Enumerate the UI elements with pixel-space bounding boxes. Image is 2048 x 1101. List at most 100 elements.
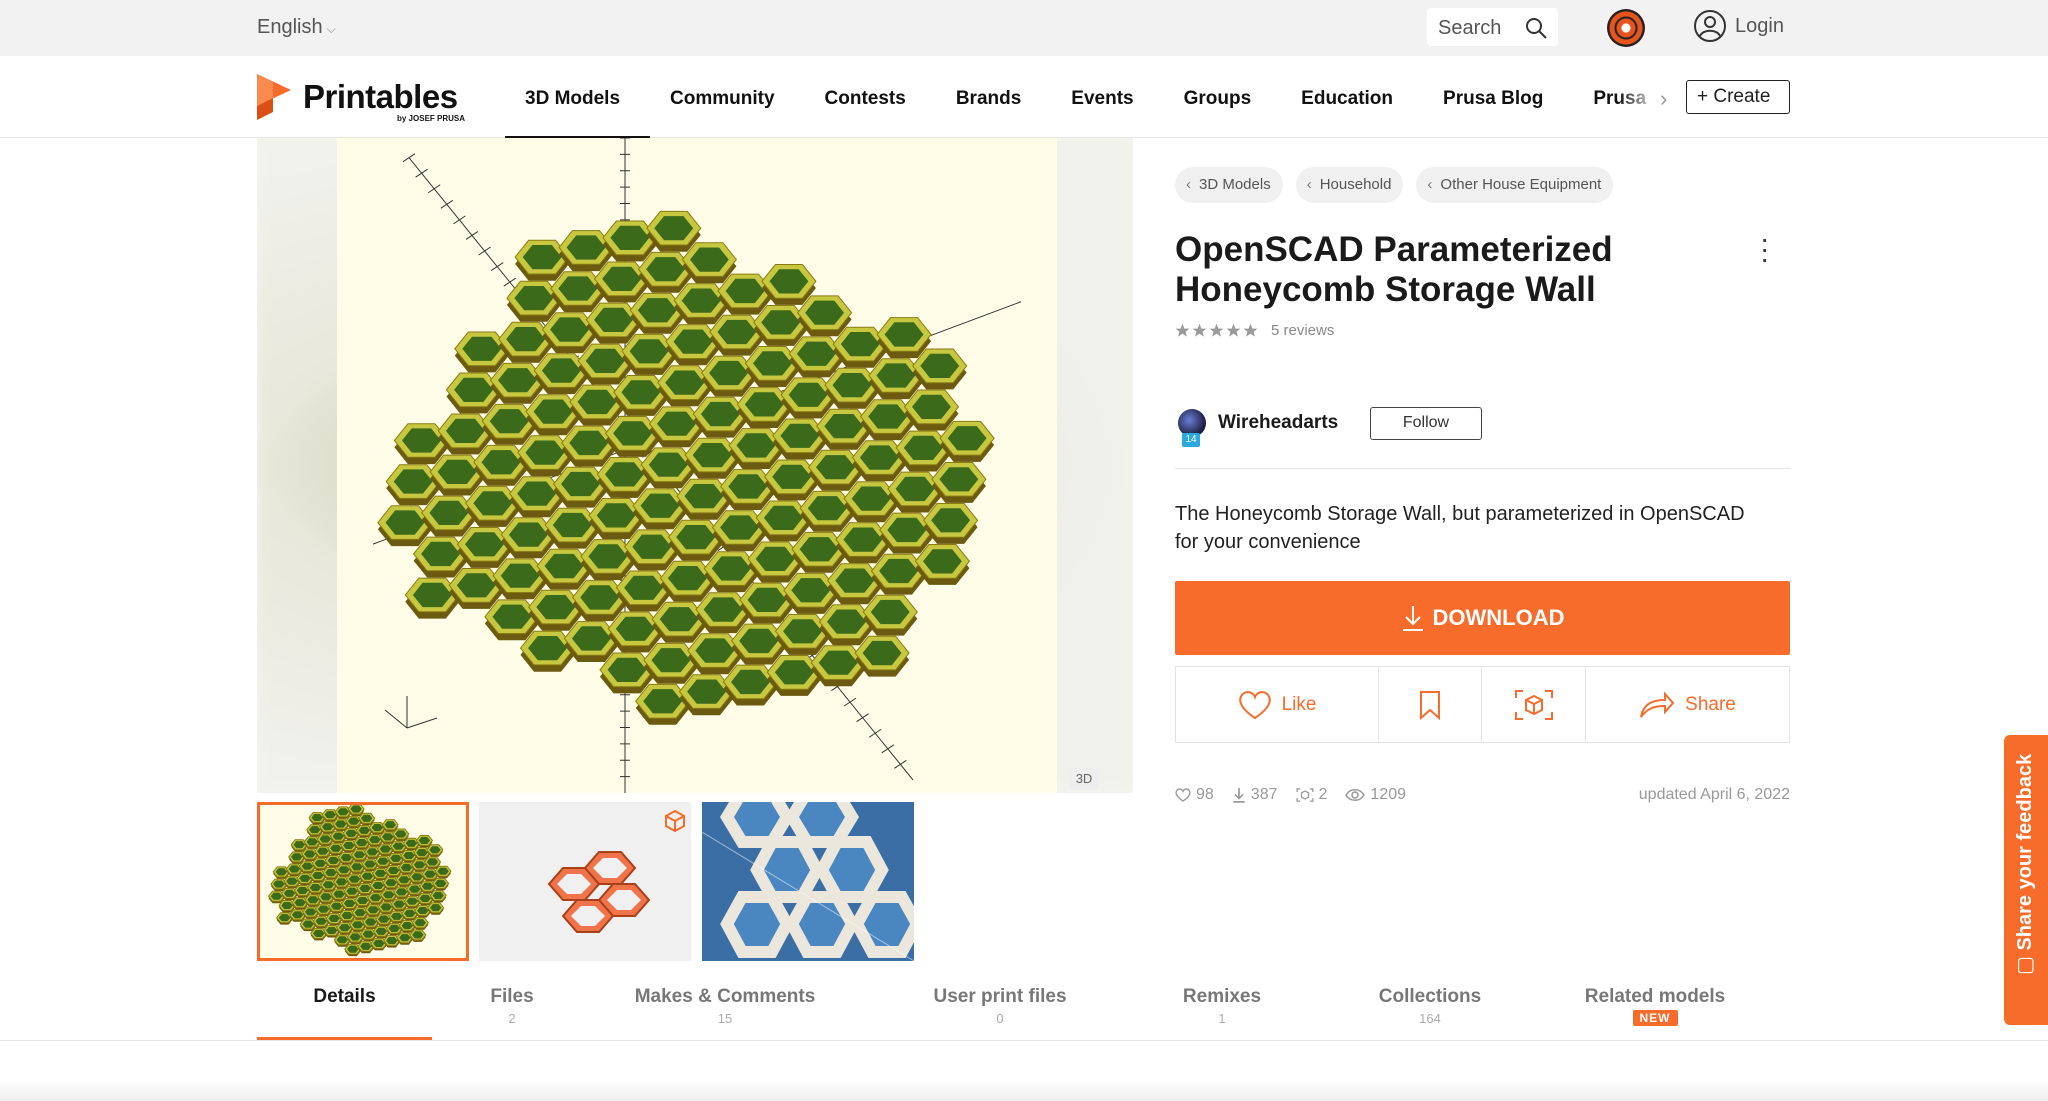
nav-item-3d-models[interactable]: 3D Models — [525, 88, 620, 110]
nav-item-prusa-blog[interactable]: Prusa Blog — [1443, 88, 1543, 110]
tab-label: Related models — [1584, 986, 1726, 1007]
feedback-icon: ▢ — [2014, 950, 2036, 975]
chevron-left-icon: ‹ — [1427, 176, 1433, 193]
download-icon — [1402, 606, 1423, 631]
share-button[interactable]: Share — [1586, 667, 1789, 742]
user-icon — [1694, 10, 1726, 42]
search-icon — [1526, 18, 1547, 39]
3d-scan-icon — [1295, 788, 1314, 802]
author-level-badge: 14 — [1182, 433, 1200, 447]
download-icon — [1233, 788, 1245, 803]
chevron-left-icon: ‹ — [1186, 176, 1191, 193]
feedback-button[interactable]: ▢ Share your feedback — [2004, 735, 2048, 1025]
rating[interactable]: 5 reviews — [1175, 322, 1334, 339]
printed-honeycomb-photo — [702, 802, 914, 961]
tab-label: Remixes — [1182, 986, 1262, 1007]
author-name: Wireheadarts — [1218, 412, 1339, 433]
tab-label: Details — [313, 986, 376, 1007]
brand-name: Printables — [303, 78, 458, 115]
tab-label: Collections — [1378, 986, 1482, 1007]
share-icon — [1640, 690, 1675, 718]
breadcrumb-label: Household — [1319, 176, 1392, 193]
like-button[interactable]: Like — [1176, 667, 1379, 742]
views-stat: 1209 — [1345, 786, 1406, 804]
bookmark-button[interactable] — [1379, 667, 1482, 742]
action-bar: Like Share — [1175, 666, 1790, 743]
thumbnail-1[interactable] — [257, 802, 469, 961]
nav-menu: 3D Models Community Contests Brands Even… — [525, 88, 1696, 110]
tab-files[interactable]: Files 2 — [457, 986, 567, 1026]
makes-count: 2 — [1318, 786, 1328, 803]
tab-label: User print files — [933, 986, 1067, 1007]
nav-item-groups[interactable]: Groups — [1184, 88, 1252, 110]
download-label: DOWNLOAD — [1432, 605, 1565, 630]
tabs-divider — [0, 1040, 2048, 1041]
model-stats: 98 387 2 1209 — [1175, 786, 1406, 804]
star-icon — [1226, 323, 1241, 337]
breadcrumb-item[interactable]: ‹ Household — [1295, 167, 1404, 203]
nav-item-brands[interactable]: Brands — [956, 88, 1021, 110]
tab-remixes[interactable]: Remixes 1 — [1167, 986, 1277, 1026]
tab-collections[interactable]: Collections 164 — [1365, 986, 1495, 1026]
downloads-stat: 387 — [1232, 786, 1278, 804]
printables-logo[interactable]: Printables by JOSEF PRUSA — [257, 74, 477, 124]
login-label: Login — [1735, 14, 1784, 37]
tab-related-models[interactable]: Related models NEW — [1575, 986, 1735, 1027]
eye-icon — [1345, 789, 1366, 801]
breadcrumb-label: 3D Models — [1199, 176, 1271, 193]
tab-user-print-files[interactable]: User print files 0 — [920, 986, 1080, 1026]
main-nav: Printables by JOSEF PRUSA 3D Models Comm… — [0, 56, 2048, 139]
downloads-count: 387 — [1250, 786, 1278, 803]
model-title: OpenSCAD Parameterized Honeycomb Storage… — [1175, 230, 1613, 309]
likes-stat: 98 — [1175, 786, 1214, 804]
tab-details[interactable]: Details — [257, 986, 432, 1008]
model-description: The Honeycomb Storage Wall, but paramete… — [1175, 503, 1745, 553]
chevron-right-icon[interactable]: › — [1660, 86, 1667, 112]
create-button[interactable]: + Create — [1686, 80, 1790, 114]
nav-item-contests[interactable]: Contests — [825, 88, 906, 110]
tab-count: 164 — [1419, 1011, 1441, 1026]
heart-icon — [1238, 690, 1271, 719]
language-selector[interactable]: English ⌵ — [257, 16, 336, 39]
3d-scan-icon — [1514, 689, 1553, 720]
nav-item-community[interactable]: Community — [670, 88, 775, 110]
breadcrumb-item[interactable]: ‹ 3D Models — [1175, 167, 1283, 203]
thumbnail-2[interactable] — [479, 802, 691, 961]
badge-3d: 3D — [1069, 768, 1099, 790]
tab-count: 0 — [996, 1011, 1004, 1026]
reviews-count: 5 reviews — [1271, 322, 1335, 339]
star-icon — [1175, 323, 1190, 337]
tab-makes-comments[interactable]: Makes & Comments 15 — [625, 986, 825, 1026]
updated-date: updated April 6, 2022 — [1638, 786, 1790, 803]
model-gallery[interactable]: 3D — [257, 138, 1133, 793]
gallery-main-image[interactable] — [337, 138, 1057, 793]
tab-label: Makes & Comments — [634, 986, 816, 1007]
author-link[interactable]: 14 Wireheadarts — [1178, 409, 1339, 447]
heart-icon — [1175, 788, 1191, 802]
orange-honeycomb-thumbnail — [547, 809, 685, 933]
breadcrumb-item[interactable]: ‹ Other House Equipment — [1416, 167, 1614, 203]
brand-sub: by JOSEF PRUSA — [397, 114, 466, 123]
star-icon — [1243, 323, 1258, 337]
chevron-down-icon: ⌵ — [326, 22, 336, 36]
thumbnail-3[interactable] — [702, 802, 914, 961]
like-label: Like — [1281, 693, 1317, 715]
feedback-label: ▢ Share your feedback — [2012, 754, 2037, 975]
search-button[interactable]: Search — [1427, 8, 1558, 46]
breadcrumb: ‹ 3D Models ‹ Household ‹ Other House Equip… — [1175, 167, 1614, 203]
follow-button[interactable]: Follow — [1370, 407, 1482, 440]
feedback-text: Share your feedback — [2014, 753, 2036, 951]
tab-count: 1 — [1218, 1011, 1226, 1026]
download-button[interactable]: DOWNLOAD — [1175, 581, 1790, 655]
notification-avatar[interactable] — [1607, 9, 1645, 47]
bookmark-icon — [1420, 690, 1440, 720]
language-label: English — [257, 16, 323, 38]
nav-item-events[interactable]: Events — [1071, 88, 1133, 110]
breadcrumb-label: Other House Equipment — [1440, 176, 1602, 193]
3d-view-button[interactable] — [1482, 667, 1586, 742]
login-button[interactable]: Login — [1693, 9, 1784, 43]
nav-item-education[interactable]: Education — [1301, 88, 1393, 110]
divider — [1175, 468, 1790, 469]
more-options-icon[interactable]: · · · — [1760, 225, 1769, 273]
likes-count: 98 — [1196, 786, 1214, 803]
